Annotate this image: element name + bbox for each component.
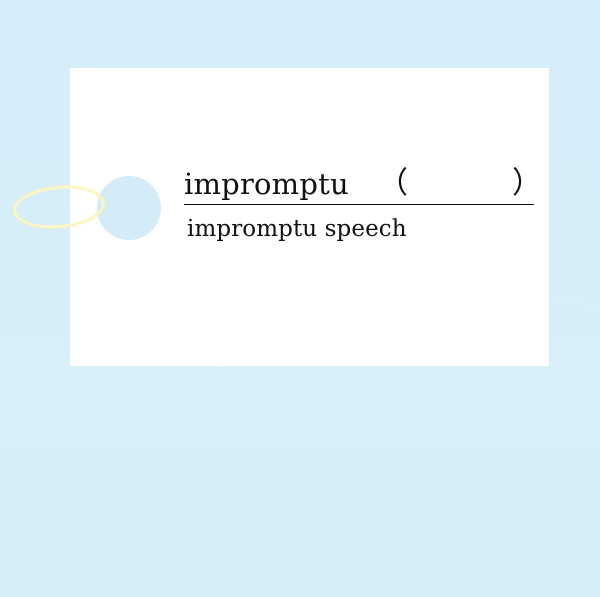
vocabulary-word: impromptu — [184, 167, 349, 201]
background: impromptu （ ） impromptu speech — [0, 0, 600, 597]
left-parenthesis: （ — [378, 166, 408, 201]
example-phrase: impromptu speech — [187, 216, 407, 242]
word-entry-line: impromptu （ ） — [184, 166, 542, 205]
answer-blank[interactable] — [406, 175, 504, 197]
card-hole — [97, 176, 161, 240]
right-parenthesis: ） — [512, 166, 542, 201]
